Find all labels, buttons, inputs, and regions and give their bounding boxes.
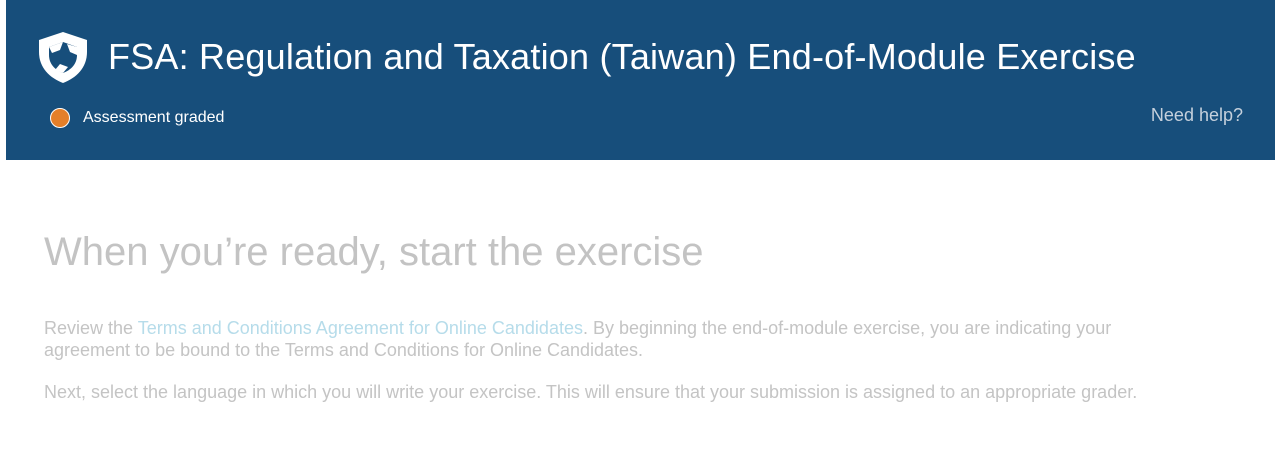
status-label: Assessment graded: [83, 109, 225, 126]
page-title: FSA: Regulation and Taxation (Taiwan) En…: [108, 36, 1136, 77]
status-indicator-icon: [50, 108, 70, 128]
terms-paragraph: Review the Terms and Conditions Agreemen…: [44, 317, 1174, 361]
need-help-link[interactable]: Need help?: [1151, 105, 1243, 126]
section-heading: When you’re ready, start the exercise: [44, 230, 704, 274]
language-instruction-paragraph: Next, select the language in which you w…: [44, 382, 1138, 402]
terms-conditions-link[interactable]: Terms and Conditions Agreement for Onlin…: [138, 318, 583, 338]
page: FSA: Regulation and Taxation (Taiwan) En…: [0, 0, 1280, 473]
main-content: When you’re ready, start the exercise Re…: [44, 226, 1244, 403]
shield-logo-icon: [39, 32, 87, 83]
terms-prefix-text: Review the: [44, 318, 138, 338]
header-banner: FSA: Regulation and Taxation (Taiwan) En…: [6, 0, 1275, 160]
assessment-status: Assessment graded: [50, 106, 224, 130]
